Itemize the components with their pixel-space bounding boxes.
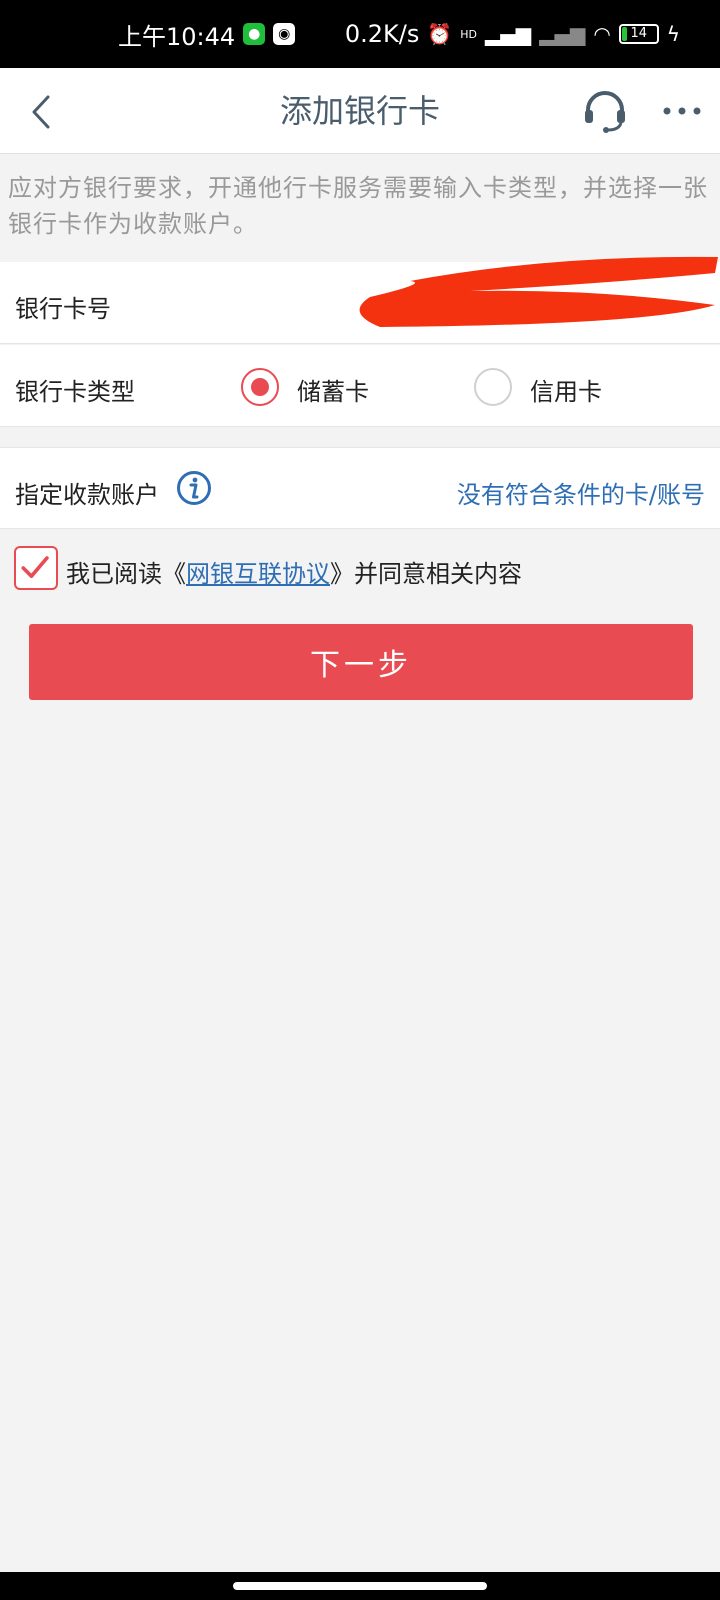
system-nav-bar xyxy=(0,1572,720,1600)
charging-icon: ϟ xyxy=(666,22,680,46)
signal-icon: ▂▄▆ xyxy=(485,22,532,46)
receiving-account-row[interactable]: 指定收款账户 没有符合条件的卡/账号 xyxy=(0,447,720,529)
more-dots-icon[interactable] xyxy=(662,98,702,124)
card-type-label: 银行卡类型 xyxy=(15,378,135,406)
app-header: 添加银行卡 xyxy=(0,68,720,154)
notice-text: 应对方银行要求，开通他行卡服务需要输入卡类型，并选择一张银行卡作为收款账户。 xyxy=(8,174,708,238)
redaction-mark xyxy=(359,256,718,327)
debit-card-label[interactable]: 储蓄卡 xyxy=(297,372,369,407)
battery-level: 14 xyxy=(630,26,648,41)
info-icon[interactable] xyxy=(176,470,212,506)
receiving-account-value[interactable]: 没有符合条件的卡/账号 xyxy=(457,475,705,510)
net-speed: 0.2K/s xyxy=(344,20,420,48)
status-bar-left: 上午10:44 ● ◉ xyxy=(118,17,296,52)
agreement-link[interactable]: 网银互联协议 xyxy=(186,560,330,588)
agreement-close-quote: 》 xyxy=(330,560,354,588)
agreement-prefix: 我已阅读 xyxy=(66,560,162,588)
qq-icon: ◉ xyxy=(273,23,296,45)
network-type: HD xyxy=(460,27,478,41)
card-type-row: 银行卡类型 储蓄卡 信用卡 xyxy=(0,345,720,427)
receiving-account-label: 指定收款账户 xyxy=(15,481,159,509)
wechat-icon: ● xyxy=(243,23,266,45)
credit-card-label[interactable]: 信用卡 xyxy=(530,372,602,407)
agreement-text: 我已阅读《网银互联协议》并同意相关内容 xyxy=(66,554,522,589)
battery-icon: 14 xyxy=(618,24,659,44)
status-bar: 上午10:44 ● ◉ 0.2K/s ⏰ HD ▂▄▆ ▂▄▆ ◠ 14 ϟ xyxy=(0,0,720,68)
next-button[interactable]: 下一步 xyxy=(29,624,693,700)
agreement-suffix: 并同意相关内容 xyxy=(354,560,522,588)
signal-icon-2: ▂▄▆ xyxy=(539,22,586,46)
checkmark-icon xyxy=(21,556,49,578)
headset-icon[interactable] xyxy=(582,88,628,134)
card-number-label: 银行卡号 xyxy=(15,295,111,323)
debit-card-radio[interactable] xyxy=(241,368,279,406)
agreement-open-quote: 《 xyxy=(162,560,186,588)
alarm-icon: ⏰ xyxy=(427,22,453,46)
credit-card-radio[interactable] xyxy=(474,368,512,406)
home-indicator[interactable] xyxy=(233,1582,487,1590)
wifi-icon: ◠ xyxy=(593,22,611,46)
status-bar-right: 0.2K/s ⏰ HD ▂▄▆ ▂▄▆ ◠ 14 ϟ xyxy=(345,20,680,48)
agreement-checkbox[interactable] xyxy=(14,546,58,590)
status-time: 上午10:44 xyxy=(118,22,236,51)
